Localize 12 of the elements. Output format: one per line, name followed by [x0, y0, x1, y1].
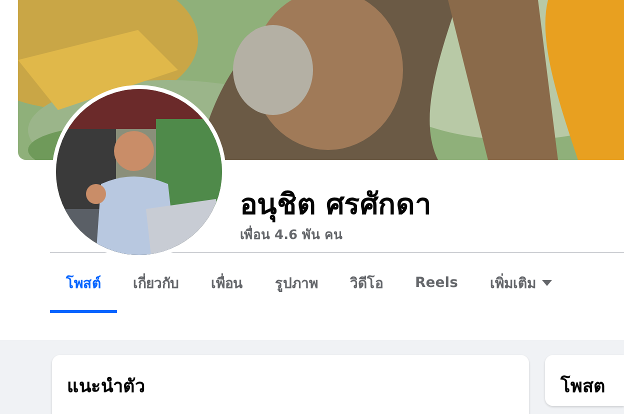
profile-tab[interactable]: โพสต์ [50, 253, 117, 313]
profile-tab[interactable]: เพิ่มเติม [474, 253, 568, 313]
profile-tab[interactable]: เกี่ยวกับ [117, 253, 195, 313]
profile-tab[interactable]: Reels [399, 253, 474, 313]
card-title: แนะนำตัว [52, 355, 530, 414]
profile-tab[interactable]: รูปภาพ [259, 253, 334, 313]
friend-count[interactable]: เพื่อน 4.6 พัน คน [240, 224, 624, 245]
card-title: โพสต [545, 355, 624, 406]
profile-tab[interactable]: เพื่อน [195, 253, 259, 313]
profile-name: อนุชิต ศรศักดา [240, 186, 432, 222]
profile-tab[interactable]: วิดีโอ [334, 253, 399, 313]
caret-icon [542, 280, 552, 286]
